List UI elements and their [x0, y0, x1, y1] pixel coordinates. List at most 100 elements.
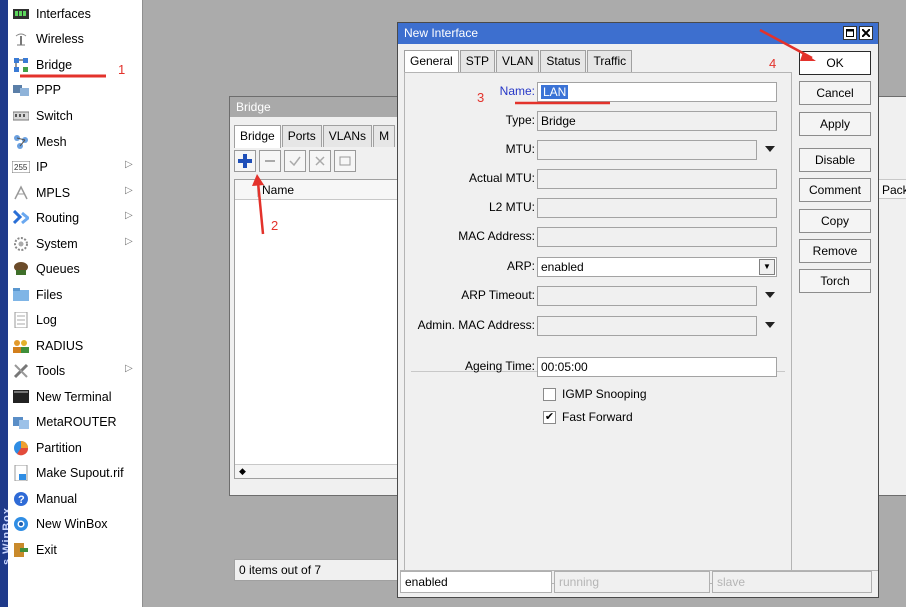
tab-ports[interactable]: Ports — [281, 125, 322, 147]
admin-mac-input[interactable] — [537, 316, 757, 336]
cancel-button[interactable]: Cancel — [799, 81, 871, 105]
arp-timeout-dropdown-arrow-icon[interactable] — [765, 292, 775, 298]
mac-address-row: MAC Address: — [405, 227, 793, 247]
fast-forward-label: Fast Forward — [562, 410, 633, 424]
folder-icon — [12, 287, 30, 303]
radius-icon — [12, 338, 30, 354]
mtu-input[interactable] — [537, 140, 757, 160]
help-icon: ? — [12, 491, 30, 507]
sidebar-item-label: New Terminal — [36, 389, 112, 404]
dialog-tabs: General STP VLAN Status Traffic — [404, 50, 633, 73]
sidebar-item-switch[interactable]: Switch — [8, 103, 143, 128]
sidebar-item-mesh[interactable]: Mesh — [8, 129, 143, 154]
general-form: Name: LAN Type: Bridge MTU: Actual MTU: … — [404, 72, 792, 584]
checkmark-icon: ✔ — [544, 410, 555, 423]
torch-button[interactable]: Torch — [799, 269, 871, 293]
disable-button[interactable] — [309, 150, 331, 172]
sidebar-item-make-supout[interactable]: Make Supout.rif — [8, 460, 143, 485]
dialog-titlebar: New Interface — [398, 23, 878, 44]
interfaces-icon — [12, 6, 30, 22]
igmp-snooping-row: IGMP Snooping — [543, 385, 647, 403]
sidebar-menu: Interfaces Wireless Bridge PPP Switch Me… — [8, 0, 143, 607]
remove-button[interactable] — [259, 150, 281, 172]
type-row: Type: Bridge — [405, 111, 793, 131]
winbox-icon — [12, 516, 30, 532]
ok-button[interactable]: OK — [799, 51, 871, 75]
disable-button[interactable]: Disable — [799, 148, 871, 172]
supout-icon — [12, 464, 30, 481]
arp-dropdown-icon[interactable]: ▼ — [759, 259, 775, 275]
admin-mac-dropdown-arrow-icon[interactable] — [765, 322, 775, 328]
sidebar-item-label: Log — [36, 312, 57, 327]
name-row: Name: LAN — [405, 82, 793, 102]
mtu-label: MTU: — [505, 142, 535, 156]
arp-timeout-input[interactable] — [537, 286, 757, 306]
mac-address-field — [537, 227, 777, 247]
arp-select[interactable]: enabled ▼ — [537, 257, 777, 277]
tab-stp[interactable]: STP — [459, 50, 496, 72]
sidebar-item-files[interactable]: Files — [8, 282, 143, 307]
minus-icon — [265, 160, 275, 162]
tab-general[interactable]: General — [404, 50, 459, 73]
new-interface-dialog: New Interface General STP VLAN Status Tr… — [397, 22, 879, 598]
tab-m[interactable]: M — [373, 125, 396, 147]
tab-traffic[interactable]: Traffic — [587, 50, 633, 72]
close-button[interactable] — [859, 26, 873, 40]
sidebar-item-ip[interactable]: 255 IP ▷ — [8, 154, 143, 179]
system-gear-icon — [12, 236, 30, 252]
comment-button[interactable] — [334, 150, 356, 172]
maximize-icon — [846, 29, 854, 37]
sidebar-item-label: Queues — [36, 261, 80, 276]
l2-mtu-label: L2 MTU: — [488, 200, 535, 214]
sidebar-item-label: New WinBox — [36, 516, 108, 531]
mtu-row: MTU: — [405, 140, 793, 160]
ageing-time-input[interactable]: 00:05:00 — [537, 357, 777, 377]
sidebar-item-mpls[interactable]: MPLS ▷ — [8, 180, 143, 205]
igmp-snooping-checkbox[interactable] — [543, 387, 556, 401]
column-header-name[interactable]: Name — [257, 182, 387, 197]
copy-button[interactable]: Copy — [799, 209, 871, 233]
admin-mac-row: Admin. MAC Address: — [405, 316, 793, 336]
step-3-label: 3 — [477, 90, 485, 105]
apply-button[interactable]: Apply — [799, 112, 871, 136]
metarouter-icon — [12, 414, 30, 430]
tab-bridge[interactable]: Bridge — [234, 125, 281, 148]
add-button[interactable] — [234, 150, 256, 172]
sidebar-item-partition[interactable]: Partition — [8, 435, 143, 460]
svg-text:?: ? — [18, 494, 25, 506]
sidebar-item-radius[interactable]: RADIUS — [8, 333, 143, 358]
x-icon — [315, 156, 325, 166]
sidebar-item-new-winbox[interactable]: New WinBox — [8, 511, 143, 536]
step-1-label: 1 — [118, 62, 126, 77]
sidebar-item-log[interactable]: Log — [8, 307, 143, 332]
sidebar-item-interfaces[interactable]: Interfaces — [8, 1, 143, 26]
scroll-left-icon[interactable]: ◆ — [239, 466, 246, 476]
sidebar-item-routing[interactable]: Routing ▷ — [8, 205, 143, 230]
name-input[interactable]: LAN — [537, 82, 777, 102]
status-slave: slave — [712, 571, 872, 593]
enable-button[interactable] — [284, 150, 306, 172]
comment-button[interactable]: Comment — [799, 178, 871, 202]
submenu-arrow-icon: ▷ — [125, 185, 133, 196]
remove-button[interactable]: Remove — [799, 239, 871, 263]
tab-vlan[interactable]: VLAN — [496, 50, 540, 72]
sidebar-item-label: MetaROUTER — [36, 414, 117, 429]
sidebar-item-tools[interactable]: Tools ▷ — [8, 358, 143, 383]
dialog-status-bar: enabled running slave — [400, 570, 878, 594]
sidebar-item-exit[interactable]: Exit — [8, 537, 143, 562]
tab-vlans[interactable]: VLANs — [322, 125, 373, 147]
sidebar-item-metarouter[interactable]: MetaROUTER — [8, 409, 143, 434]
sidebar-item-new-terminal[interactable]: New Terminal — [8, 384, 143, 409]
mtu-dropdown-arrow-icon[interactable] — [765, 146, 775, 152]
fast-forward-checkbox[interactable]: ✔ — [543, 410, 556, 424]
sidebar-item-wireless[interactable]: Wireless — [8, 26, 143, 51]
sidebar-item-ppp[interactable]: PPP — [8, 77, 143, 102]
dialog-title: New Interface — [404, 26, 479, 40]
log-icon — [12, 311, 30, 328]
sidebar-item-queues[interactable]: Queues — [8, 256, 143, 281]
tab-status[interactable]: Status — [540, 50, 587, 72]
sidebar-item-manual[interactable]: ? Manual — [8, 486, 143, 511]
sidebar-item-system[interactable]: System ▷ — [8, 231, 143, 256]
maximize-button[interactable] — [843, 26, 857, 40]
ageing-time-row: Ageing Time: 00:05:00 — [405, 357, 793, 377]
